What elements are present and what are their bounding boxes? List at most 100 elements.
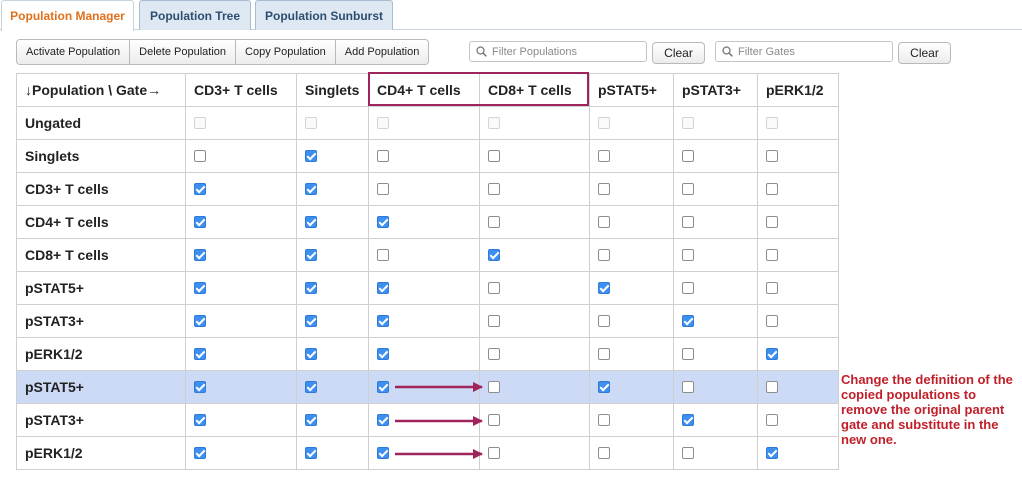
gate-checkbox[interactable]	[598, 347, 610, 360]
gate-checkbox[interactable]	[682, 248, 694, 261]
gate-checkbox[interactable]	[598, 182, 610, 195]
gate-checkbox[interactable]	[305, 347, 317, 360]
gate-checkbox[interactable]	[305, 380, 317, 393]
gate-checkbox[interactable]	[682, 281, 694, 294]
gate-cell	[185, 271, 297, 305]
gate-checkbox[interactable]	[194, 347, 206, 360]
gate-checkbox[interactable]	[377, 446, 389, 459]
gate-checkbox[interactable]	[377, 380, 389, 393]
gate-checkbox[interactable]	[305, 182, 317, 195]
gate-checkbox[interactable]	[488, 149, 500, 162]
gate-checkbox[interactable]	[488, 215, 500, 228]
gate-checkbox[interactable]	[305, 446, 317, 459]
population-row[interactable]: pERK1/2	[16, 436, 839, 470]
gate-checkbox[interactable]	[194, 215, 206, 228]
gate-checkbox[interactable]	[305, 413, 317, 426]
gate-checkbox[interactable]	[194, 149, 206, 162]
gate-checkbox[interactable]	[766, 281, 778, 294]
gate-checkbox[interactable]	[377, 215, 389, 228]
gate-checkbox[interactable]	[377, 281, 389, 294]
gate-checkbox[interactable]	[598, 281, 610, 294]
gate-cell	[757, 403, 839, 437]
gate-checkbox[interactable]	[194, 248, 206, 261]
gate-checkbox[interactable]	[682, 347, 694, 360]
gate-checkbox[interactable]	[305, 149, 317, 162]
gate-checkbox[interactable]	[766, 413, 778, 426]
gate-checkbox[interactable]	[682, 149, 694, 162]
gate-checkbox[interactable]	[194, 314, 206, 327]
activate-population-button[interactable]: Activate Population	[17, 40, 131, 64]
gate-checkbox[interactable]	[488, 314, 500, 327]
gate-checkbox[interactable]	[766, 380, 778, 393]
gate-checkbox[interactable]	[488, 380, 500, 393]
gate-checkbox[interactable]	[766, 446, 778, 459]
population-row[interactable]: pSTAT3+	[16, 403, 839, 437]
population-row[interactable]: pSTAT5+	[16, 271, 839, 305]
filter-populations-input[interactable]	[492, 45, 622, 58]
add-population-button[interactable]: Add Population	[335, 40, 429, 64]
delete-population-button[interactable]: Delete Population	[130, 40, 237, 64]
gate-column-header: pSTAT5+	[589, 73, 674, 107]
gate-checkbox[interactable]	[194, 281, 206, 294]
gate-checkbox[interactable]	[194, 446, 206, 459]
filter-gates-input[interactable]	[738, 45, 868, 58]
gate-checkbox[interactable]	[377, 248, 389, 261]
gate-checkbox[interactable]	[377, 182, 389, 195]
clear-gates-button[interactable]: Clear	[898, 42, 951, 64]
gate-checkbox[interactable]	[488, 281, 500, 294]
gate-cell	[589, 238, 674, 272]
grid-header-row: ↓Population \ Gate→ CD3+ T cells Singlets…	[16, 73, 839, 107]
gate-checkbox[interactable]	[766, 314, 778, 327]
gate-checkbox[interactable]	[488, 347, 500, 360]
gate-checkbox[interactable]	[682, 215, 694, 228]
population-row[interactable]: pSTAT5+	[16, 370, 839, 404]
gate-checkbox[interactable]	[377, 413, 389, 426]
gate-checkbox[interactable]	[377, 347, 389, 360]
gate-checkbox[interactable]	[598, 413, 610, 426]
population-row[interactable]: CD8+ T cells	[16, 238, 839, 272]
gate-checkbox[interactable]	[766, 347, 778, 360]
copy-population-button[interactable]: Copy Population	[236, 40, 336, 64]
population-row[interactable]: CD4+ T cells	[16, 205, 839, 239]
gate-checkbox[interactable]	[598, 215, 610, 228]
gate-checkbox[interactable]	[194, 413, 206, 426]
gate-checkbox[interactable]	[305, 248, 317, 261]
clear-populations-button[interactable]: Clear	[652, 42, 705, 64]
tab-population-manager[interactable]: Population Manager	[1, 0, 134, 31]
gate-checkbox[interactable]	[305, 215, 317, 228]
gate-checkbox[interactable]	[377, 314, 389, 327]
gate-checkbox[interactable]	[488, 446, 500, 459]
gate-checkbox[interactable]	[194, 380, 206, 393]
gate-checkbox[interactable]	[682, 413, 694, 426]
population-row[interactable]: pERK1/2	[16, 337, 839, 371]
gate-checkbox[interactable]	[488, 248, 500, 261]
gate-checkbox[interactable]	[598, 248, 610, 261]
gate-checkbox[interactable]	[766, 149, 778, 162]
population-row[interactable]: Ungated	[16, 106, 839, 140]
gate-checkbox[interactable]	[766, 248, 778, 261]
gate-cell	[479, 370, 590, 404]
population-row[interactable]: Singlets	[16, 139, 839, 173]
gate-checkbox[interactable]	[682, 314, 694, 327]
gate-checkbox[interactable]	[377, 149, 389, 162]
gate-checkbox[interactable]	[766, 182, 778, 195]
gate-checkbox[interactable]	[598, 314, 610, 327]
gate-checkbox[interactable]	[682, 182, 694, 195]
population-row[interactable]: pSTAT3+	[16, 304, 839, 338]
population-name: CD3+ T cells	[16, 172, 186, 206]
population-row[interactable]: CD3+ T cells	[16, 172, 839, 206]
gate-cell	[479, 205, 590, 239]
gate-checkbox[interactable]	[598, 380, 610, 393]
gate-checkbox[interactable]	[598, 446, 610, 459]
gate-checkbox[interactable]	[598, 149, 610, 162]
gate-checkbox[interactable]	[305, 314, 317, 327]
gate-checkbox[interactable]	[682, 380, 694, 393]
gate-checkbox[interactable]	[488, 182, 500, 195]
gate-checkbox[interactable]	[488, 413, 500, 426]
gate-checkbox[interactable]	[766, 215, 778, 228]
gate-checkbox[interactable]	[682, 446, 694, 459]
tab-population-tree[interactable]: Population Tree	[139, 0, 251, 30]
gate-checkbox[interactable]	[305, 281, 317, 294]
tab-population-sunburst[interactable]: Population Sunburst	[255, 0, 393, 30]
gate-checkbox[interactable]	[194, 182, 206, 195]
